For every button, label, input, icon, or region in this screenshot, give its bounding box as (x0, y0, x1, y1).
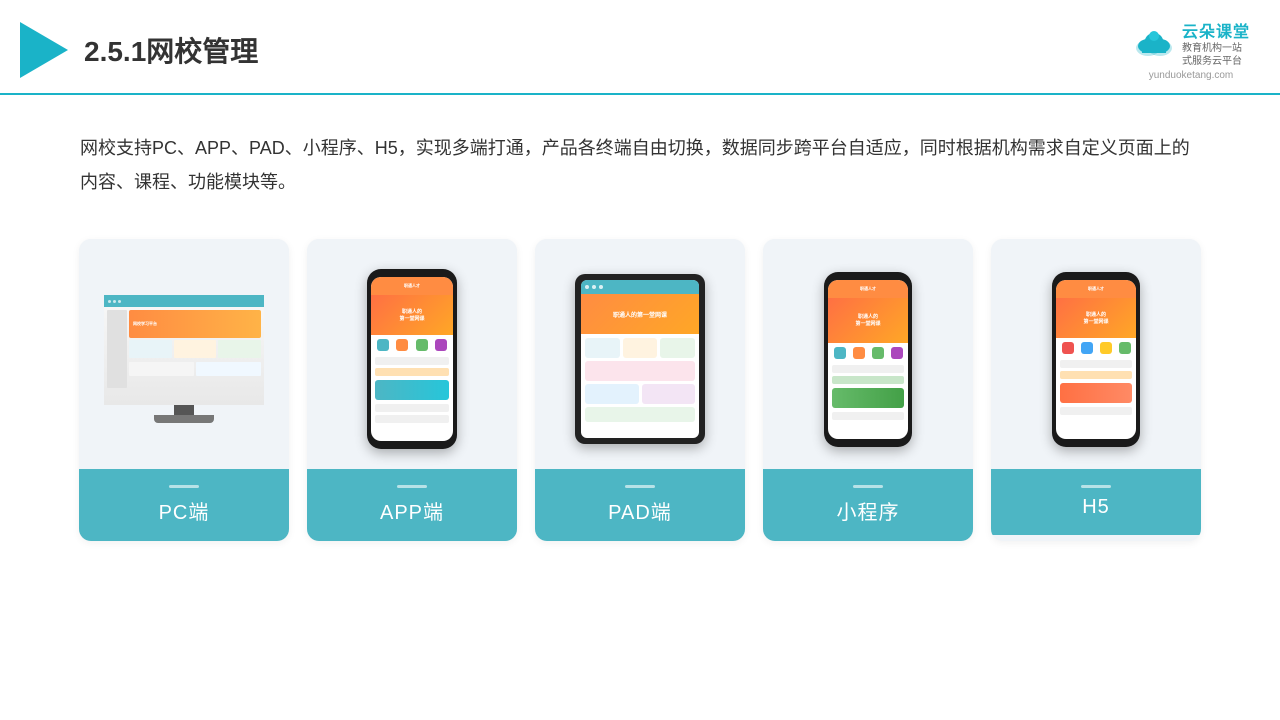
page-header: 2.5.1网校管理 云朵课堂 教育机构一站式服务云平台 yunduoketang… (0, 0, 1280, 95)
card-pc: 网校学习平台 (79, 239, 289, 541)
card-h5-label: H5 (991, 469, 1201, 535)
card-pc-label: PC端 (79, 469, 289, 541)
card-pc-image: 网校学习平台 (79, 239, 289, 469)
description-text: 网校支持PC、APP、PAD、小程序、H5，实现多端打通，产品各终端自由切换，数… (0, 95, 1280, 219)
cloud-icon (1132, 28, 1176, 58)
device-phone-app: 职通人才 职通人的第一堂网课 (367, 269, 457, 449)
device-phone-h5: 职通人才 职通人的第一堂网课 (1052, 272, 1140, 447)
card-app: 职通人才 职通人的第一堂网课 (307, 239, 517, 541)
brand-url: yunduoketang.com (1149, 70, 1234, 81)
pc-monitor: 网校学习平台 (104, 295, 264, 405)
logo-triangle (20, 22, 68, 78)
header-right: 云朵课堂 教育机构一站式服务云平台 yunduoketang.com (1132, 18, 1250, 81)
device-pc: 网校学习平台 (104, 295, 264, 423)
brand-logo: 云朵课堂 教育机构一站式服务云平台 (1132, 18, 1250, 68)
card-miniapp: 职通人才 职通人的第一堂网课 (763, 239, 973, 541)
card-h5: 职通人才 职通人的第一堂网课 (991, 239, 1201, 541)
cards-container: 网校学习平台 (0, 219, 1280, 561)
page-title: 2.5.1网校管理 (84, 30, 258, 70)
brand-name: 云朵课堂 (1182, 18, 1250, 42)
card-pad-image: 职通人的第一堂网课 (535, 239, 745, 469)
card-pad: 职通人的第一堂网课 (535, 239, 745, 541)
card-h5-image: 职通人才 职通人的第一堂网课 (991, 239, 1201, 469)
card-miniapp-image: 职通人才 职通人的第一堂网课 (763, 239, 973, 469)
brand-tagline: 教育机构一站式服务云平台 (1182, 42, 1242, 68)
card-pad-label: PAD端 (535, 469, 745, 541)
card-app-image: 职通人才 职通人的第一堂网课 (307, 239, 517, 469)
device-tablet: 职通人的第一堂网课 (575, 274, 705, 444)
pc-screen-content: 网校学习平台 (104, 295, 264, 405)
card-app-label: APP端 (307, 469, 517, 541)
brand-text-block: 云朵课堂 教育机构一站式服务云平台 (1182, 18, 1250, 68)
device-phone-miniapp: 职通人才 职通人的第一堂网课 (824, 272, 912, 447)
card-miniapp-label: 小程序 (763, 469, 973, 541)
header-left: 2.5.1网校管理 (20, 22, 258, 78)
